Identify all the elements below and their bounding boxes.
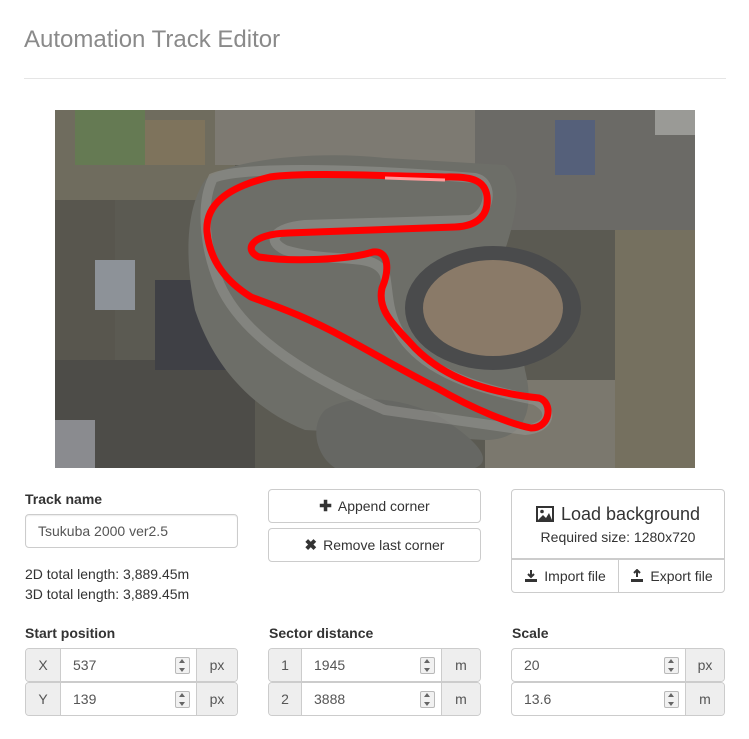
- sector-distance-label: Sector distance: [269, 625, 374, 641]
- image-icon: [535, 506, 554, 522]
- sector-1-group: 1 1945 m: [268, 648, 481, 682]
- page-title: Automation Track Editor: [24, 26, 281, 53]
- append-corner-button[interactable]: ✚ Append corner: [268, 489, 481, 523]
- spinner-icon[interactable]: [420, 691, 435, 708]
- scale-m-value: 13.6: [524, 691, 552, 707]
- sector-1-unit: m: [441, 649, 480, 681]
- track-name-value: Tsukuba 2000 ver2.5: [38, 523, 168, 539]
- import-file-label: Import file: [544, 568, 606, 584]
- sector-2-group: 2 3888 m: [268, 682, 481, 716]
- header-divider: [24, 78, 726, 79]
- scale-label: Scale: [512, 625, 549, 641]
- sector-2-input[interactable]: 3888: [302, 683, 441, 715]
- load-background-label: Load background: [560, 503, 701, 524]
- remove-last-corner-button[interactable]: ✖ Remove last corner: [268, 528, 481, 562]
- import-icon: [525, 570, 538, 582]
- sector-2-value: 3888: [314, 691, 346, 707]
- track-map[interactable]: [55, 110, 695, 468]
- export-file-label: Export file: [650, 568, 713, 584]
- start-y-input[interactable]: 139: [61, 683, 196, 715]
- required-size-text: Required size: 1280x720: [540, 528, 696, 545]
- append-corner-label: Append corner: [337, 498, 430, 514]
- track-name-label: Track name: [25, 491, 103, 507]
- start-y-addon: Y: [26, 683, 61, 715]
- load-background-button[interactable]: Load background Required size: 1280x720: [511, 489, 725, 559]
- sector-1-input[interactable]: 1945: [302, 649, 441, 681]
- length-2d: 2D total length: 3,889.45m: [25, 566, 190, 582]
- sector-2-addon: 2: [269, 683, 302, 715]
- import-file-button[interactable]: Import file: [511, 559, 619, 593]
- length-3d: 3D total length: 3,889.45m: [25, 586, 190, 602]
- plus-icon: ✚: [319, 498, 332, 515]
- start-x-group: X 537 px: [25, 648, 238, 682]
- export-file-button[interactable]: Export file: [618, 559, 725, 593]
- scale-m-unit: m: [685, 683, 724, 715]
- spinner-icon[interactable]: [175, 691, 190, 708]
- spinner-icon[interactable]: [664, 657, 679, 674]
- start-y-unit: px: [196, 683, 237, 715]
- remove-last-corner-label: Remove last corner: [323, 537, 445, 553]
- start-y-value: 139: [73, 691, 97, 707]
- start-x-addon: X: [26, 649, 61, 681]
- start-x-value: 537: [73, 657, 97, 673]
- scale-px-unit: px: [685, 649, 724, 681]
- export-icon: [631, 569, 644, 582]
- start-x-input[interactable]: 537: [61, 649, 196, 681]
- start-x-unit: px: [196, 649, 237, 681]
- start-y-group: Y 139 px: [25, 682, 238, 716]
- spinner-icon[interactable]: [175, 657, 190, 674]
- x-icon: ✖: [304, 537, 318, 554]
- spinner-icon[interactable]: [664, 691, 679, 708]
- scale-px-group: 20 px: [511, 648, 725, 682]
- sector-1-addon: 1: [269, 649, 302, 681]
- sector-1-value: 1945: [314, 657, 346, 673]
- track-name-input[interactable]: Tsukuba 2000 ver2.5: [25, 514, 238, 548]
- scale-px-value: 20: [524, 657, 540, 673]
- track-path[interactable]: [55, 110, 695, 468]
- spinner-icon[interactable]: [420, 657, 435, 674]
- scale-px-input[interactable]: 20: [512, 649, 685, 681]
- scale-m-group: 13.6 m: [511, 682, 725, 716]
- start-position-label: Start position: [25, 625, 116, 641]
- sector-2-unit: m: [441, 683, 480, 715]
- scale-m-input[interactable]: 13.6: [512, 683, 685, 715]
